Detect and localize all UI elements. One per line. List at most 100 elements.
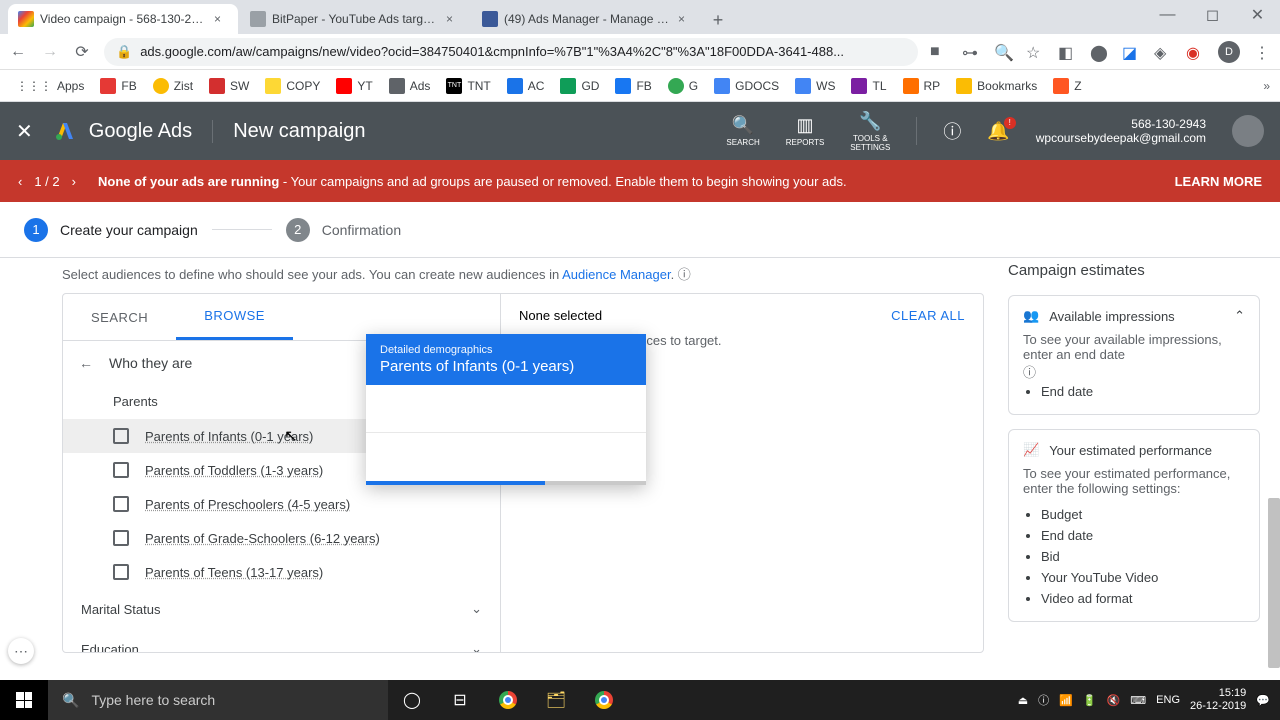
step-confirmation[interactable]: 2Confirmation [286, 218, 401, 242]
tray-icon[interactable]: ⌨ [1130, 694, 1146, 707]
camera-icon[interactable]: ■ [930, 43, 948, 61]
bookmark[interactable]: COPY [259, 74, 326, 98]
alert-next-button[interactable]: › [72, 174, 76, 189]
bookmark[interactable]: GD [554, 74, 605, 98]
checkbox[interactable] [113, 496, 129, 512]
feedback-button[interactable]: ⋯ [8, 638, 34, 664]
checkbox[interactable] [113, 428, 129, 444]
close-campaign-button[interactable]: ✕ [16, 119, 33, 144]
taskbar-search[interactable]: 🔍Type here to search [48, 680, 388, 720]
bookmark[interactable]: SW [203, 74, 255, 98]
ext-icon[interactable]: ◈ [1154, 43, 1172, 61]
tab-title: Video campaign - 568-130-2943 [40, 12, 208, 26]
tray-icon[interactable]: 🔇 [1107, 694, 1121, 707]
alert-counter: 1 / 2 [34, 174, 59, 189]
bookmark[interactable]: Z [1047, 74, 1087, 98]
start-button[interactable] [0, 680, 48, 720]
step-create-campaign[interactable]: 1Create your campaign [24, 218, 198, 242]
task-view-button[interactable]: ⊟ [436, 680, 484, 720]
help-icon[interactable]: ⓘ [1023, 365, 1036, 380]
ext-icon[interactable]: ◪ [1122, 43, 1140, 61]
bookmark[interactable]: TL [845, 74, 892, 98]
checkbox[interactable] [113, 462, 129, 478]
tab-search[interactable]: SEARCH [63, 294, 176, 340]
explorer-taskbar-icon[interactable]: 🗂 [532, 680, 580, 720]
key-icon[interactable]: ⊶ [962, 43, 980, 61]
checkbox[interactable] [113, 564, 129, 580]
bookmark[interactable]: FB [94, 74, 142, 98]
notifications-button[interactable]: 🔔! [987, 121, 1009, 142]
ext-icon[interactable]: ◉ [1186, 43, 1204, 61]
reports-icon: ▥ [797, 115, 814, 136]
close-icon[interactable]: × [446, 12, 460, 26]
bookmark[interactable]: WS [789, 74, 841, 98]
bookmark[interactable]: GDOCS [708, 74, 785, 98]
tray-icon[interactable]: ⏏ [1018, 694, 1028, 707]
back-button[interactable]: ← [8, 42, 28, 62]
alert-banner: ‹ 1 / 2 › None of your ads are running -… [0, 160, 1280, 202]
close-icon[interactable]: × [678, 12, 692, 26]
help-icon[interactable]: ⓘ [678, 267, 691, 282]
close-window-button[interactable]: ✕ [1235, 0, 1280, 30]
bookmark[interactable]: FB [609, 74, 657, 98]
reports-button[interactable]: ▥REPORTS [786, 115, 825, 147]
search-button[interactable]: 🔍SEARCH [726, 115, 759, 147]
browser-tab[interactable]: BitPaper - YouTube Ads targeting × [240, 4, 470, 34]
checkbox[interactable] [113, 530, 129, 546]
maximize-button[interactable]: ◻ [1190, 0, 1235, 30]
audience-manager-link[interactable]: Audience Manager [562, 267, 670, 282]
forward-button[interactable]: → [40, 42, 60, 62]
bookmarks-overflow[interactable]: » [1263, 79, 1270, 93]
tray-icon[interactable]: ⓘ [1038, 692, 1049, 708]
audience-option[interactable]: Parents of Preschoolers (4-5 years) [63, 487, 500, 521]
bookmark[interactable]: Bookmarks [950, 74, 1043, 98]
back-arrow-button[interactable]: ← [79, 355, 93, 371]
notifications-tray-icon[interactable]: 💬 [1256, 694, 1270, 707]
bookmark[interactable]: Zist [147, 74, 199, 98]
browser-tab[interactable]: (49) Ads Manager - Manage ads × [472, 4, 702, 34]
bookmark[interactable]: YT [330, 74, 378, 98]
language-indicator[interactable]: ENG [1156, 694, 1180, 706]
chrome-taskbar-icon[interactable] [580, 680, 628, 720]
alert-prev-button[interactable]: ‹ [18, 174, 22, 189]
bookmark-apps[interactable]: ⋮⋮⋮Apps [10, 75, 90, 97]
bookmark[interactable]: AC [501, 74, 551, 98]
zoom-icon[interactable]: 🔍 [994, 43, 1012, 61]
audience-option[interactable]: Parents of Grade-Schoolers (6-12 years) [63, 521, 500, 555]
task-view-button[interactable]: ◯ [388, 680, 436, 720]
star-icon[interactable]: ☆ [1026, 43, 1044, 61]
ext-icon[interactable]: ◧ [1058, 43, 1076, 61]
scrollbar[interactable] [1268, 498, 1280, 668]
new-tab-button[interactable]: + [704, 6, 732, 34]
minimize-button[interactable]: — [1145, 0, 1190, 30]
help-button[interactable]: ⓘ [943, 118, 961, 144]
bookmark[interactable]: TNTTNT [440, 74, 496, 98]
close-icon[interactable]: × [214, 12, 228, 26]
category-marital-status[interactable]: Marital Status⌄ [63, 589, 500, 629]
tray-icon[interactable]: 🔋 [1083, 694, 1097, 707]
reload-button[interactable]: ⟳ [72, 42, 92, 62]
account-info[interactable]: 568-130-2943 wpcoursebydeepak@gmail.com [1036, 117, 1206, 145]
clear-all-button[interactable]: CLEAR ALL [891, 308, 965, 323]
tray-icon[interactable]: 📶 [1059, 694, 1073, 707]
google-ads-logo[interactable]: Google Ads [51, 119, 192, 143]
bookmark-icon [560, 78, 576, 94]
chrome-taskbar-icon[interactable] [484, 680, 532, 720]
avatar[interactable] [1232, 115, 1264, 147]
browser-tab-active[interactable]: Video campaign - 568-130-2943 × [8, 4, 238, 34]
learn-more-link[interactable]: LEARN MORE [1175, 174, 1262, 189]
clock[interactable]: 15:19 26-12-2019 [1190, 687, 1246, 713]
category-education[interactable]: Education⌄ [63, 629, 500, 652]
profile-icon[interactable]: D [1218, 41, 1240, 63]
tools-button[interactable]: 🔧TOOLS & SETTINGS [850, 111, 890, 152]
url-input[interactable]: 🔒 ads.google.com/aw/campaigns/new/video?… [104, 38, 918, 66]
tab-browse[interactable]: BROWSE [176, 294, 293, 340]
menu-icon[interactable]: ⋮ [1254, 43, 1272, 61]
ext-icon[interactable]: ⬤ [1090, 43, 1108, 61]
bookmark[interactable]: Ads [383, 74, 437, 98]
audience-option[interactable]: Parents of Teens (13-17 years) [63, 555, 500, 589]
bookmark[interactable]: RP [897, 74, 947, 98]
section-subtitle: Select audiences to define who should se… [20, 258, 984, 293]
bookmark[interactable]: G [662, 74, 704, 98]
chevron-up-icon[interactable]: ⌃ [1234, 308, 1245, 324]
